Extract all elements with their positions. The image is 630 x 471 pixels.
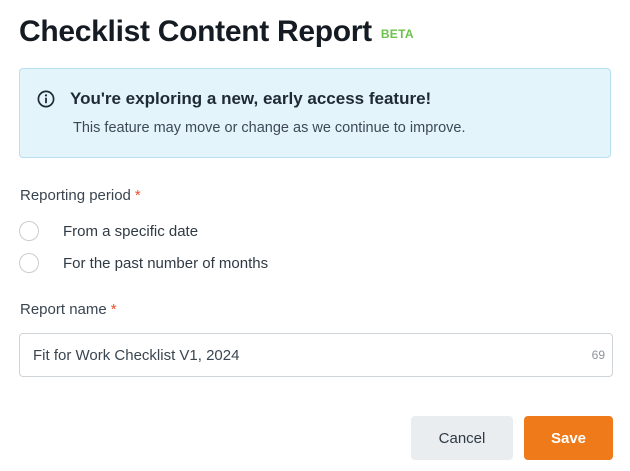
banner-text: This feature may move or change as we co… (73, 120, 466, 136)
info-circle-icon (37, 90, 55, 108)
required-asterisk: * (110, 301, 117, 318)
page-header: Checklist Content Report BETA (19, 12, 414, 52)
character-counter: 69 (591, 348, 605, 362)
beta-badge: BETA (380, 27, 414, 41)
radio-label: For the past number of months (63, 254, 269, 272)
report-name-label: Report name * (20, 301, 117, 318)
report-name-field[interactable]: 69 (19, 333, 613, 377)
required-asterisk: * (134, 187, 141, 204)
report-name-input[interactable] (20, 334, 560, 376)
report-name-label-text: Report name (20, 301, 107, 318)
radio-label: From a specific date (63, 222, 199, 240)
reporting-period-label-text: Reporting period (20, 187, 131, 204)
radio-button[interactable] (19, 253, 39, 273)
page-title: Checklist Content Report (19, 15, 372, 48)
radio-option-specific-date[interactable]: From a specific date (19, 221, 198, 241)
banner-title: You're exploring a new, early access fea… (70, 89, 432, 108)
cancel-button[interactable]: Cancel (411, 416, 513, 460)
radio-option-past-months[interactable]: For the past number of months (19, 253, 268, 273)
early-access-banner: You're exploring a new, early access fea… (19, 68, 611, 158)
reporting-period-label: Reporting period * (20, 187, 141, 204)
save-button[interactable]: Save (524, 416, 613, 460)
radio-button[interactable] (19, 221, 39, 241)
